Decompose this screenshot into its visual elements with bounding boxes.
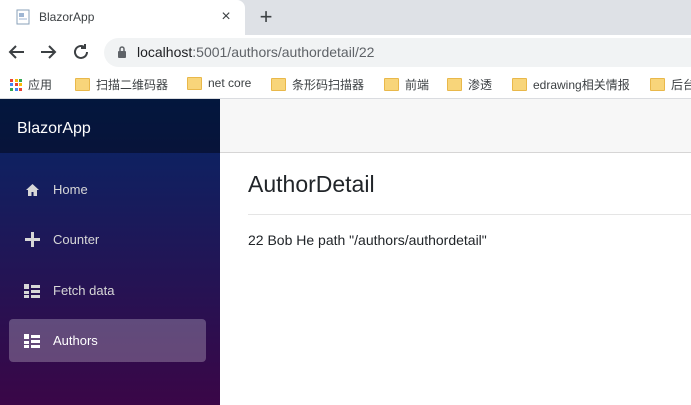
tab-strip: BlazorApp × +	[0, 0, 691, 35]
bookmark-label: net core	[208, 76, 252, 90]
bookmark-label: 条形码扫描器	[292, 78, 365, 92]
bookmark-label: edrawing相关情报	[533, 78, 630, 92]
folder-icon	[512, 78, 527, 91]
new-tab-button[interactable]: +	[255, 6, 277, 28]
bookmark-item[interactable]: 渗透	[447, 76, 492, 93]
bookmark-item[interactable]: 后台	[650, 76, 691, 93]
bookmark-label: 前端	[405, 78, 430, 92]
back-button[interactable]	[5, 40, 29, 64]
nav-item-home[interactable]: Home	[9, 168, 206, 211]
arrow-left-icon	[8, 45, 24, 59]
nav-item-counter[interactable]: Counter	[9, 218, 206, 261]
list-icon	[23, 282, 41, 300]
reload-button[interactable]	[69, 40, 93, 64]
app-brand[interactable]: BlazorApp	[17, 120, 91, 138]
folder-icon	[187, 76, 202, 90]
folder-icon	[75, 78, 90, 91]
reload-icon	[74, 44, 88, 59]
url-path: :5001/authors/authordetail/22	[192, 44, 375, 60]
nav-label: Counter	[53, 232, 100, 247]
bookmark-item[interactable]: 前端	[384, 76, 429, 93]
page-icon	[16, 9, 30, 25]
bookmarks-bar: 应用 扫描二维码器 net core 条形码扫描器 前端 渗透 edrawing…	[0, 70, 691, 99]
bookmark-apps[interactable]: 应用	[10, 76, 52, 93]
url-text: localhost:5001/authors/authordetail/22	[137, 44, 374, 60]
bookmark-item[interactable]: net core	[187, 76, 251, 90]
nav-item-authors[interactable]: Authors	[9, 319, 206, 362]
apps-icon	[10, 78, 22, 91]
folder-icon	[650, 78, 665, 91]
home-icon	[23, 181, 41, 199]
url-host: localhost	[137, 44, 193, 60]
bookmark-label: 渗透	[468, 78, 493, 92]
bookmark-label: 后台	[671, 78, 691, 92]
bookmark-label: 扫描二维码器	[96, 78, 169, 92]
nav-item-fetch-data[interactable]: Fetch data	[9, 269, 206, 312]
bookmark-item[interactable]: 条形码扫描器	[271, 76, 364, 93]
bookmark-label: 应用	[28, 78, 53, 92]
bookmark-item[interactable]: 扫描二维码器	[75, 76, 168, 93]
forward-button[interactable]	[36, 40, 60, 64]
list-icon	[23, 332, 41, 350]
lock-icon	[118, 46, 126, 58]
page-title: AuthorDetail	[248, 171, 375, 197]
folder-icon	[271, 78, 286, 91]
tab-title: BlazorApp	[39, 10, 95, 24]
folder-icon	[384, 78, 399, 91]
nav-label: Fetch data	[53, 283, 115, 298]
nav-label: Home	[53, 182, 88, 197]
nav-label: Authors	[53, 333, 98, 348]
author-detail-text: 22 Bob He path "/authors/authordetail"	[248, 232, 487, 248]
arrow-right-icon	[41, 45, 57, 59]
browser-tab[interactable]: BlazorApp ×	[0, 0, 245, 35]
divider	[248, 214, 691, 215]
plus-icon	[23, 231, 41, 249]
top-row	[220, 99, 691, 153]
bookmark-item[interactable]: edrawing相关情报	[512, 76, 630, 93]
folder-icon	[447, 78, 462, 91]
close-icon[interactable]: ×	[216, 7, 236, 27]
